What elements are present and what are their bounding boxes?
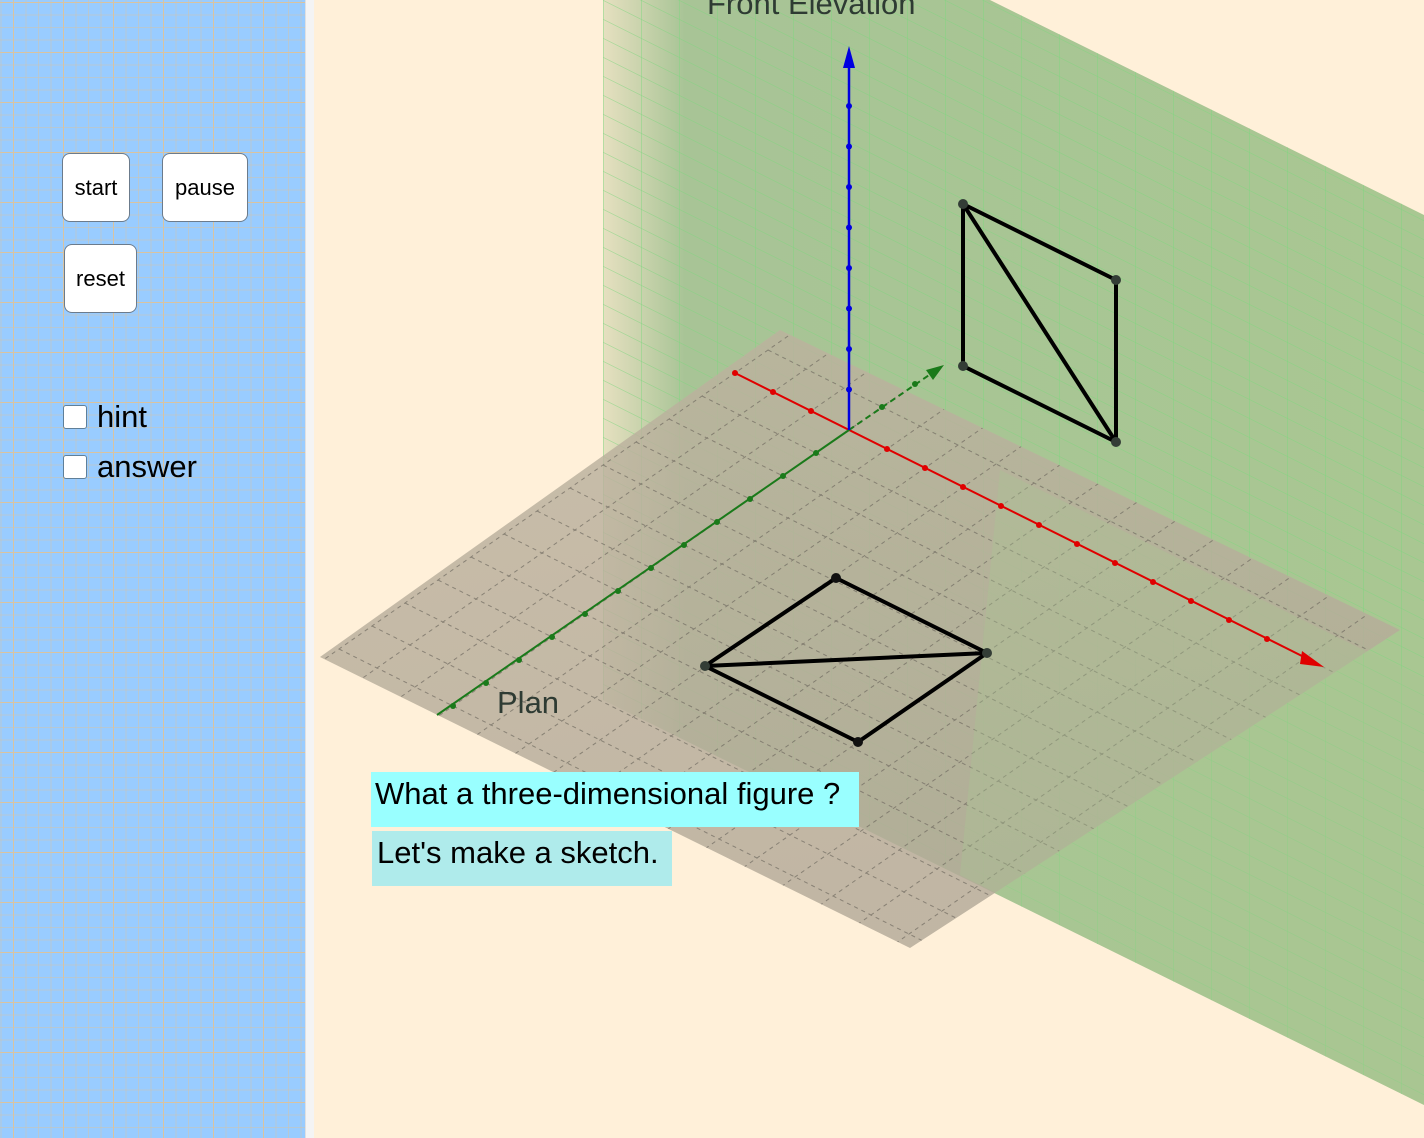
x-axis-tick (1264, 636, 1270, 642)
x-axis-tick (1074, 541, 1080, 547)
checkbox-box[interactable] (63, 405, 87, 429)
x-axis-tick (1112, 560, 1118, 566)
y-axis-tick (747, 496, 753, 502)
hint-label: hint (97, 399, 147, 434)
sidebar-panel: start pause reset hint answer (0, 0, 305, 1138)
x-axis-tick (960, 484, 966, 490)
checkbox-box[interactable] (63, 455, 87, 479)
y-axis-tick (912, 381, 918, 387)
hint-checkbox[interactable]: hint (63, 399, 147, 435)
x-axis-tick (770, 389, 776, 395)
x-axis-tick (998, 503, 1004, 509)
y-axis-tick (780, 473, 786, 479)
pause-button[interactable]: pause (162, 153, 248, 222)
z-axis-tick (846, 386, 852, 393)
z-axis-tick (846, 305, 852, 312)
y-axis-tick (681, 542, 687, 548)
y-axis-tick (648, 565, 654, 571)
x-axis-tick (1226, 617, 1232, 623)
x-axis-tick (1188, 598, 1194, 604)
y-axis-tick (483, 680, 489, 686)
y-axis-tick (813, 450, 819, 456)
y-axis-tick (516, 657, 522, 663)
start-button[interactable]: start (62, 153, 130, 222)
x-axis-tick (808, 408, 814, 414)
graphics-3d-view[interactable] (313, 0, 1424, 1138)
question-text-box: What a three-dimensional figure ? (371, 772, 859, 827)
x-axis-tick (732, 370, 738, 376)
x-axis-tick (1150, 579, 1156, 585)
y-axis-tick (450, 703, 456, 709)
x-axis-tick (1036, 522, 1042, 528)
answer-checkbox[interactable]: answer (63, 449, 197, 485)
z-axis-tick (846, 265, 852, 271)
prompt-text-box: Let's make a sketch. (372, 831, 672, 886)
z-axis-tick (846, 346, 852, 352)
z-axis-tick (846, 184, 852, 190)
answer-label: answer (97, 449, 197, 484)
z-axis-tick (846, 224, 852, 231)
y-axis-tick (549, 634, 555, 640)
x-axis-tick (1302, 655, 1308, 661)
y-axis-tick (582, 611, 588, 617)
z-axis-tick (846, 103, 852, 109)
front-elevation-label: Front Elevation (707, 0, 916, 21)
y-axis-tick (714, 519, 720, 525)
x-axis-tick (884, 446, 890, 452)
plan-label: Plan (497, 685, 560, 720)
z-axis-tick (846, 143, 852, 150)
reset-button[interactable]: reset (64, 244, 137, 313)
y-axis-tick (879, 404, 885, 410)
x-axis-tick (922, 465, 928, 471)
y-axis-tick (615, 588, 621, 594)
